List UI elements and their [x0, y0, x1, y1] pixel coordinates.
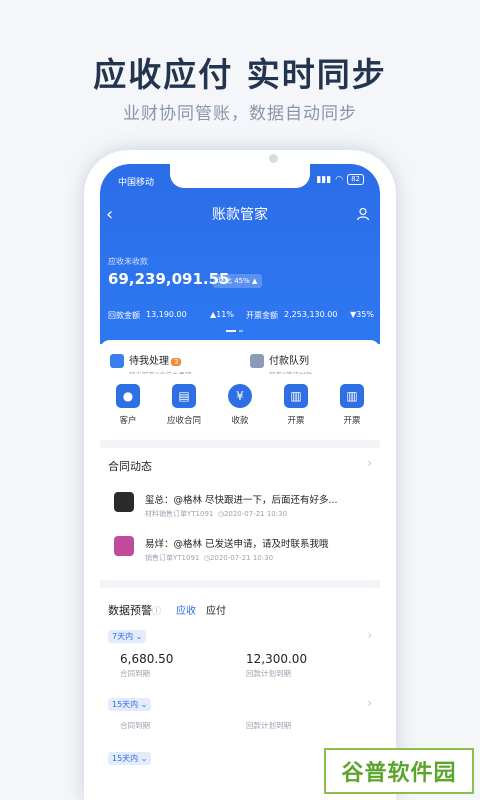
plan-due-value: 12,300.00 — [246, 652, 308, 666]
mom-badge: 环比 45% ▲ — [213, 274, 263, 288]
feed-text: 易烊：@格林 已发送申请，请及时联系我哦 — [145, 539, 329, 550]
ticket-icon: ▥ — [284, 384, 308, 408]
yuan-icon: ¥ — [228, 384, 252, 408]
chevron-right-icon[interactable]: › — [367, 628, 372, 642]
page-title: 账款管家 — [212, 207, 268, 223]
tab-payable[interactable]: 应付 — [206, 602, 226, 617]
app-screen: 中国移动 ▮▮▮ ◠ 82 ‹ 账款管家 应收未收款 69,239,091.55… — [100, 164, 380, 800]
avatar — [114, 492, 134, 512]
tab-receivable[interactable]: 应收 — [176, 602, 196, 617]
banner-title: 应收应付 实时同步 — [93, 55, 387, 94]
collected-value: 13,190.00 — [146, 310, 187, 319]
carrier-label: 中国移动 — [118, 178, 155, 188]
invoiced-change: ▼35% — [350, 310, 374, 319]
alerts-title: 数据预警ⓘ — [108, 604, 162, 617]
contract-icon: ▤ — [172, 384, 196, 408]
quick-label: 应收合同 — [166, 416, 201, 426]
collected-change: ▲11% — [210, 310, 234, 319]
feed-meta: 销售订单YT1091 ◷2020-07-21 10:30 — [145, 554, 274, 562]
plan-due-label: 回款计划到期 — [246, 721, 291, 730]
page-indicator — [226, 330, 243, 332]
signal-icon: ▮▮▮ — [316, 174, 332, 185]
todo-card: 待我处理3 您当前有3个待办事项 付款队列 您有0笔待付款 — [100, 340, 380, 379]
info-icon: ⓘ — [152, 607, 162, 617]
payment-bag-icon — [250, 354, 264, 368]
chevron-right-icon[interactable]: › — [367, 696, 372, 710]
invoiced-label: 开票金额 — [246, 311, 278, 320]
plan-due-label: 回款计划到期 — [246, 669, 291, 678]
quick-label: 收款 — [231, 416, 249, 426]
contract-feed-title: 合同动态 — [108, 460, 152, 473]
invoiced-value: 2,253,130.00 — [284, 310, 338, 319]
battery-icon: 82 — [347, 174, 364, 185]
contract-due-label: 合同到期 — [120, 669, 150, 678]
pending-icon — [110, 354, 124, 368]
todo-pending-title: 待我处理 — [129, 356, 169, 367]
range-pill[interactable]: 15天内 ⌄ — [108, 752, 152, 765]
collected-label: 回款金额 — [108, 311, 140, 320]
quick-receipt[interactable]: ¥ 收款 — [212, 384, 268, 426]
quick-invoice-1[interactable]: ▥ 开票 — [268, 384, 324, 426]
todo-payment-title: 付款队列 — [269, 356, 309, 367]
quick-actions: ● 客户 ▤ 应收合同 ¥ 收款 ▥ 开票 ▥ 开票 — [100, 374, 380, 440]
quick-label: 开票 — [287, 416, 305, 426]
header-panel: 中国移动 ▮▮▮ ◠ 82 ‹ 账款管家 应收未收款 69,239,091.55… — [100, 164, 380, 344]
quick-contract[interactable]: ▤ 应收合同 — [156, 384, 212, 426]
camera-dot — [269, 154, 278, 163]
quick-label: 客户 — [119, 416, 137, 426]
banner-subtitle: 业财协同管账，数据自动同步 — [123, 104, 357, 124]
todo-pending-badge: 3 — [171, 358, 182, 366]
status-icons: ▮▮▮ ◠ 82 — [316, 174, 364, 185]
watermark-logo: 谷普软件园 — [324, 748, 474, 794]
contract-feed: 合同动态 › 玺总：@格林 尽快跟进一下，后面还有好多... 材料销售订单YT1… — [100, 448, 380, 580]
feed-text: 玺总：@格林 尽快跟进一下，后面还有好多... — [145, 495, 338, 506]
customer-icon: ● — [116, 384, 140, 408]
phone-frame: 中国移动 ▮▮▮ ◠ 82 ‹ 账款管家 应收未收款 69,239,091.55… — [84, 150, 396, 800]
contract-due-value: 6,680.50 — [120, 652, 174, 666]
user-icon[interactable] — [356, 206, 370, 225]
avatar — [114, 536, 134, 556]
receivable-label: 应收未收款 — [108, 257, 148, 266]
notch — [170, 164, 310, 188]
range-pill[interactable]: 15天内 ⌄ — [108, 698, 152, 711]
receivable-amount: 69,239,091.55 — [108, 270, 230, 288]
alerts-header: 数据预警ⓘ 应收 应付 — [100, 588, 380, 624]
chevron-right-icon[interactable]: › — [367, 456, 372, 470]
ticket-icon: ▥ — [340, 384, 364, 408]
range-pill[interactable]: 7天内 ⌄ — [108, 630, 147, 643]
feed-meta: 材料销售订单YT1091 ◷2020-07-21 10:30 — [145, 510, 288, 518]
quick-invoice-2[interactable]: ▥ 开票 — [324, 384, 380, 426]
quick-label: 开票 — [343, 416, 361, 426]
wifi-icon: ◠ — [335, 174, 344, 185]
quick-customer[interactable]: ● 客户 — [100, 384, 156, 426]
contract-due-label: 合同到期 — [120, 721, 150, 730]
